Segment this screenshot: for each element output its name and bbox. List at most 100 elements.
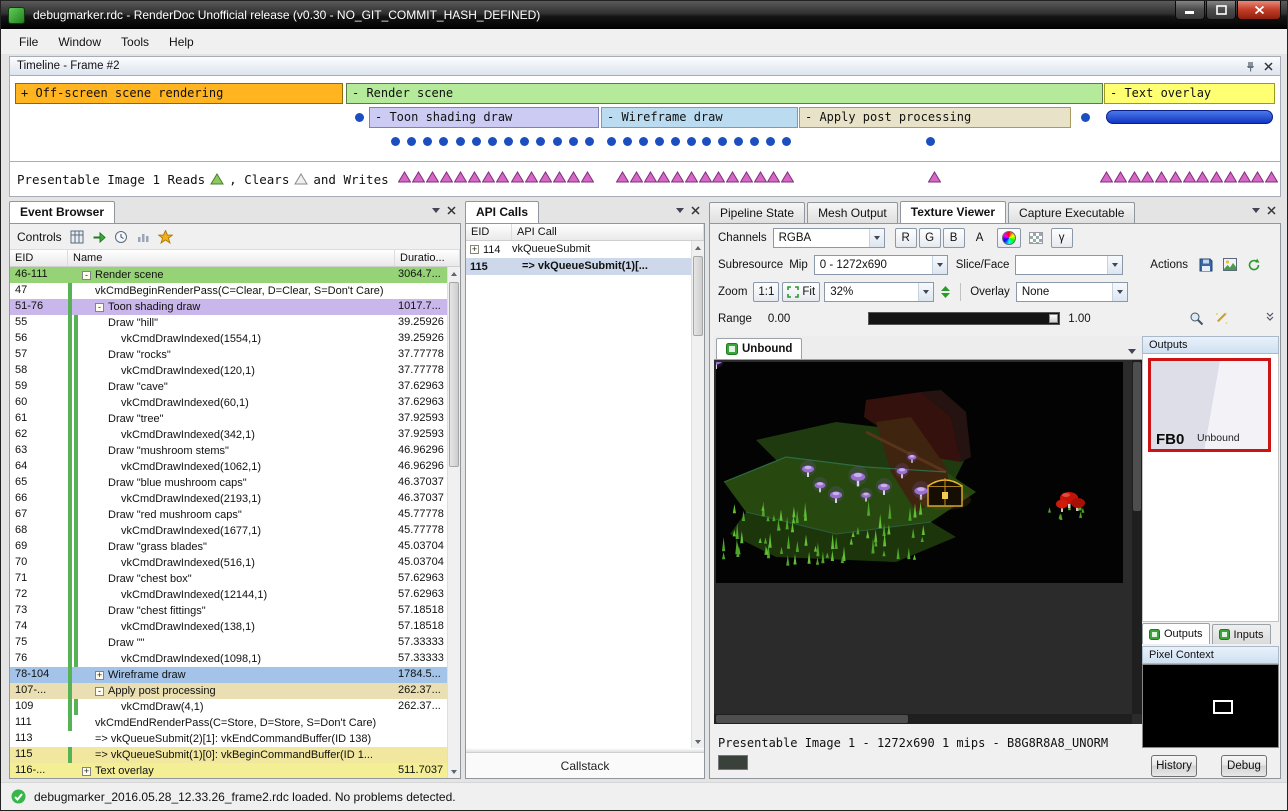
draw-dot[interactable] — [553, 137, 562, 146]
event-row[interactable]: 64 vkCmdDrawIndexed(1062,1) 46.96296 — [10, 459, 447, 475]
draw-dot[interactable] — [639, 137, 648, 146]
menu-item[interactable]: Window — [48, 31, 111, 53]
slice-face-dropdown[interactable] — [1015, 255, 1123, 275]
minimize-button[interactable] — [1175, 1, 1205, 20]
event-row[interactable]: 66 vkCmdDrawIndexed(2193,1) 46.37037 — [10, 491, 447, 507]
red-channel-button[interactable]: R — [895, 228, 917, 248]
scroll-down-icon[interactable] — [448, 765, 460, 778]
panel-tab[interactable]: Capture Executable — [1008, 202, 1135, 223]
draw-dot[interactable] — [607, 137, 616, 146]
draw-dot[interactable] — [488, 137, 497, 146]
export-icon[interactable] — [1218, 255, 1242, 275]
event-row[interactable]: 68 vkCmdDrawIndexed(1677,1) 45.77778 — [10, 523, 447, 539]
tab-api-calls[interactable]: API Calls — [465, 201, 539, 223]
api-call-row[interactable]: 115 => vkQueueSubmit(1)[... — [466, 258, 691, 275]
panel-close-icon[interactable] — [447, 206, 456, 215]
range-min-value[interactable]: 0.00 — [768, 313, 790, 325]
draw-dot[interactable] — [504, 137, 513, 146]
event-row[interactable]: 47 vkCmdBeginRenderPass(C=Clear, D=Clear… — [10, 283, 447, 299]
draw-dot[interactable] — [671, 137, 680, 146]
event-row[interactable]: 51-76 -Toon shading draw 1017.7... — [10, 299, 447, 315]
draw-dot[interactable] — [766, 137, 775, 146]
draw-dot[interactable] — [782, 137, 791, 146]
expander-icon[interactable]: - — [82, 271, 91, 280]
draw-dot[interactable] — [1081, 113, 1090, 122]
texture-display[interactable] — [716, 362, 1123, 583]
draw-dot[interactable] — [355, 113, 364, 122]
panel-menu-icon[interactable] — [676, 208, 684, 213]
draw-dot[interactable] — [407, 137, 416, 146]
autofit-icon[interactable] — [1209, 309, 1234, 329]
event-browser-scrollbar[interactable] — [447, 267, 460, 778]
checkerboard-icon[interactable] — [1024, 228, 1048, 248]
event-row[interactable]: 75 Draw "" 57.33333 — [10, 635, 447, 651]
event-row[interactable]: 107-... -Apply post processing 262.37... — [10, 683, 447, 699]
panel-menu-icon[interactable] — [432, 208, 440, 213]
event-row[interactable]: 72 vkCmdDrawIndexed(12144,1) 57.62963 — [10, 587, 447, 603]
event-row[interactable]: 63 Draw "mushroom stems" 46.96296 — [10, 443, 447, 459]
draw-dot[interactable] — [623, 137, 632, 146]
range-max-value[interactable]: 1.00 — [1068, 313, 1090, 325]
scrollbar-thumb[interactable] — [716, 715, 908, 723]
panel-close-icon[interactable] — [1264, 62, 1273, 71]
event-row[interactable]: 74 vkCmdDrawIndexed(138,1) 57.18518 — [10, 619, 447, 635]
draw-dot[interactable] — [718, 137, 727, 146]
event-row[interactable]: 60 vkCmdDrawIndexed(60,1) 37.62963 — [10, 395, 447, 411]
scroll-down-icon[interactable] — [692, 735, 704, 748]
draw-dot[interactable] — [655, 137, 664, 146]
expander-icon[interactable]: + — [470, 245, 479, 254]
pin-icon[interactable] — [1245, 61, 1256, 72]
timeline-block-toon[interactable]: - Toon shading draw — [369, 107, 599, 128]
texture-view[interactable] — [714, 360, 1142, 724]
expander-icon[interactable]: + — [95, 671, 104, 680]
panel-close-icon[interactable] — [1267, 206, 1276, 215]
menu-item[interactable]: Tools — [111, 31, 159, 53]
draw-dot[interactable] — [391, 137, 400, 146]
range-slider[interactable] — [868, 312, 1060, 325]
channels-dropdown[interactable]: RGBA — [773, 228, 885, 248]
toon-draw-dots[interactable] — [391, 137, 594, 146]
timeline-block-post[interactable]: - Apply post processing — [799, 107, 1071, 128]
event-row[interactable]: 113 => vkQueueSubmit(2)[1]: vkEndCommand… — [10, 731, 447, 747]
panel-close-icon[interactable] — [691, 206, 700, 215]
column-name[interactable]: Name — [68, 250, 395, 266]
event-row[interactable]: 55 Draw "hill" 39.25926 — [10, 315, 447, 331]
panel-tab[interactable]: Mesh Output — [807, 202, 898, 223]
draw-dot[interactable] — [423, 137, 432, 146]
texture-tab-unbound[interactable]: Unbound — [716, 338, 802, 359]
event-row[interactable]: 46-111 -Render scene 3064.7... — [10, 267, 447, 283]
text-overlay-bar[interactable] — [1106, 110, 1273, 124]
event-row[interactable]: 116-... +Text overlay 511.7037 — [10, 763, 447, 778]
expander-icon[interactable]: + — [82, 767, 91, 776]
event-row[interactable]: 73 Draw "chest fittings" 57.18518 — [10, 603, 447, 619]
draw-dot[interactable] — [569, 137, 578, 146]
draw-dot[interactable] — [687, 137, 696, 146]
timeline-block-wireframe[interactable]: - Wireframe draw — [601, 107, 798, 128]
overlay-dropdown[interactable]: None — [1016, 282, 1128, 302]
event-row[interactable]: 61 Draw "tree" 37.92593 — [10, 411, 447, 427]
timeline-block-offscreen[interactable]: + Off-screen scene rendering — [15, 83, 343, 104]
draw-dot[interactable] — [520, 137, 529, 146]
range-options-icon[interactable] — [1266, 311, 1274, 322]
jump-eid-icon[interactable] — [92, 230, 106, 244]
event-row[interactable]: 76 vkCmdDrawIndexed(1098,1) 57.33333 — [10, 651, 447, 667]
column-eid[interactable]: EID — [466, 224, 512, 240]
scrollbar-thumb[interactable] — [693, 256, 703, 336]
refresh-icon[interactable] — [1242, 255, 1266, 275]
event-row[interactable]: 57 Draw "rocks" 37.77778 — [10, 347, 447, 363]
tab-inputs[interactable]: Inputs — [1212, 624, 1271, 644]
event-row[interactable]: 111 vkCmdEndRenderPass(C=Store, D=Store,… — [10, 715, 447, 731]
panel-tab[interactable]: Pipeline State — [709, 202, 805, 223]
event-row[interactable]: 78-104 +Wireframe draw 1784.5... — [10, 667, 447, 683]
wireframe-draw-dots[interactable] — [607, 137, 791, 146]
expander-icon[interactable]: - — [95, 687, 104, 696]
green-channel-button[interactable]: G — [919, 228, 941, 248]
scrollbar-thumb[interactable] — [449, 282, 459, 467]
zoom-picker-icon[interactable] — [1184, 309, 1209, 329]
event-row[interactable]: 62 vkCmdDrawIndexed(342,1) 37.92593 — [10, 427, 447, 443]
timeline-block-text-overlay[interactable]: - Text overlay — [1104, 83, 1275, 104]
column-duration[interactable]: Duratio... — [395, 250, 460, 266]
close-button[interactable] — [1237, 1, 1281, 20]
panel-menu-icon[interactable] — [1252, 208, 1260, 213]
alpha-channel-button[interactable]: A — [969, 228, 991, 248]
